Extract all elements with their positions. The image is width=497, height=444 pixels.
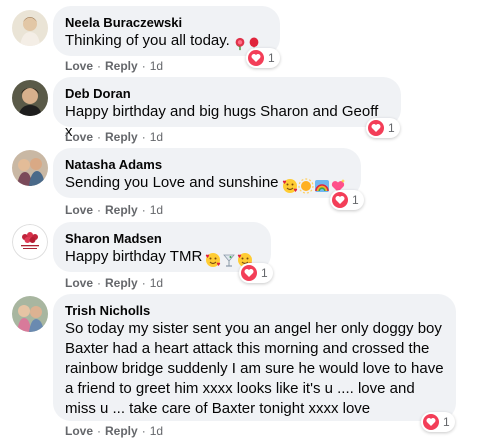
reply-button[interactable]: Reply bbox=[105, 203, 138, 217]
comment-actions: Love · Reply · 1d bbox=[65, 130, 164, 144]
comment-actions: Love · Reply · 1d bbox=[65, 203, 164, 217]
comment-text: Thinking of you all today. bbox=[65, 31, 268, 54]
comment-bubble: Trish Nicholls So today my sister sent y… bbox=[53, 294, 456, 421]
love-reaction-icon bbox=[332, 192, 348, 208]
comment-timestamp[interactable]: 1d bbox=[150, 276, 163, 290]
reaction-badge[interactable]: 1 bbox=[421, 412, 455, 432]
love-button[interactable]: Love bbox=[65, 276, 93, 290]
comment-timestamp[interactable]: 1d bbox=[150, 59, 163, 73]
smiling-face-with-hearts-emoji bbox=[282, 179, 297, 194]
reaction-count: 1 bbox=[352, 193, 359, 207]
reaction-badge[interactable]: 1 bbox=[366, 118, 400, 138]
avatar[interactable] bbox=[12, 224, 48, 260]
love-reaction-icon bbox=[368, 120, 384, 136]
love-button[interactable]: Love bbox=[65, 203, 93, 217]
comment-actions: Love · Reply · 1d bbox=[65, 276, 164, 290]
comment-actions: Love · Reply · 1d bbox=[65, 59, 164, 73]
reply-button[interactable]: Reply bbox=[105, 424, 138, 438]
avatar[interactable] bbox=[12, 10, 48, 46]
reply-button[interactable]: Reply bbox=[105, 59, 138, 73]
comment-text-line: a friend to greet him xxxx looks like it… bbox=[65, 380, 415, 397]
comment-author[interactable]: Deb Doran bbox=[65, 85, 389, 102]
love-button[interactable]: Love bbox=[65, 130, 93, 144]
reaction-count: 1 bbox=[268, 51, 275, 65]
comment-text-line: rainbow bridge suddenly I am sure he wou… bbox=[65, 360, 444, 377]
love-reaction-icon bbox=[248, 50, 264, 66]
avatar[interactable] bbox=[12, 296, 48, 332]
comment-author[interactable]: Trish Nicholls bbox=[65, 302, 444, 319]
love-reaction-icon bbox=[241, 265, 257, 281]
reaction-badge[interactable]: 1 bbox=[330, 190, 364, 210]
comment-text-line: So today my sister sent you an angel her… bbox=[65, 320, 442, 337]
comment-text-line: Baxter had a heart attack this morning a… bbox=[65, 340, 430, 357]
love-reaction-icon bbox=[423, 414, 439, 430]
reaction-count: 1 bbox=[443, 415, 450, 429]
rainbow-emoji bbox=[314, 180, 329, 193]
love-button[interactable]: Love bbox=[65, 424, 93, 438]
comment-text: Sending you Love and sunshine bbox=[65, 173, 349, 196]
comment-timestamp[interactable]: 1d bbox=[150, 424, 163, 438]
comment-text: Happy birthday TMR bbox=[65, 247, 259, 270]
avatar[interactable] bbox=[12, 150, 48, 186]
comment-author[interactable]: Natasha Adams bbox=[65, 156, 349, 173]
reaction-badge[interactable]: 1 bbox=[239, 263, 273, 283]
comment-timestamp[interactable]: 1d bbox=[150, 203, 163, 217]
reaction-count: 1 bbox=[261, 266, 268, 280]
comment-bubble: Sharon Madsen Happy birthday TMR bbox=[53, 222, 271, 272]
love-button[interactable]: Love bbox=[65, 59, 93, 73]
reply-button[interactable]: Reply bbox=[105, 130, 138, 144]
comment-timestamp[interactable]: 1d bbox=[150, 130, 163, 144]
comment-bubble: Neela Buraczewski Thinking of you all to… bbox=[53, 6, 280, 56]
comment-text-line: miss u ... take care of Baxter tonight x… bbox=[65, 400, 371, 417]
comment-actions: Love · Reply · 1d bbox=[65, 424, 164, 438]
rose-emoji bbox=[235, 37, 245, 51]
comment-author[interactable]: Sharon Madsen bbox=[65, 230, 259, 247]
sun-emoji bbox=[297, 178, 314, 194]
smiling-face-with-hearts-emoji bbox=[206, 253, 221, 268]
avatar[interactable] bbox=[12, 80, 48, 116]
comment-bubble: Deb Doran Happy birthday and big hugs Sh… bbox=[53, 77, 401, 140]
reaction-count: 1 bbox=[388, 121, 395, 135]
comment-bubble: Natasha Adams Sending you Love and sunsh… bbox=[53, 148, 361, 198]
reaction-badge[interactable]: 1 bbox=[246, 48, 280, 68]
reply-button[interactable]: Reply bbox=[105, 276, 138, 290]
comment-author[interactable]: Neela Buraczewski bbox=[65, 14, 268, 31]
cocktail-glass-emoji bbox=[223, 254, 236, 267]
